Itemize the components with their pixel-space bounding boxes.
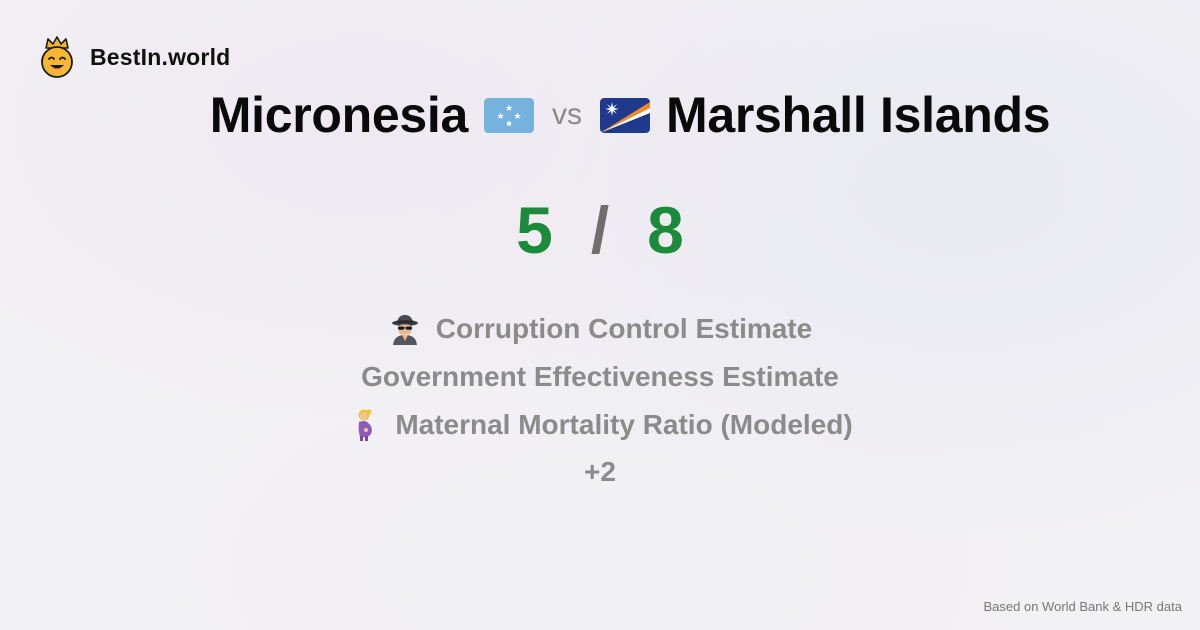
page-title: Micronesia vs Marshall Islands <box>0 86 1200 144</box>
brand[interactable]: BestIn.world <box>38 36 230 78</box>
micronesia-flag-icon <box>483 97 534 133</box>
metric-item[interactable]: Government Effectiveness Estimate <box>361 360 839 394</box>
country-b-name[interactable]: Marshall Islands <box>666 86 1051 144</box>
marshall-islands-flag-icon <box>599 97 650 133</box>
metric-label: Maternal Mortality Ratio (Modeled) <box>395 409 853 440</box>
country-a-name[interactable]: Micronesia <box>210 86 469 144</box>
brand-name: BestIn.world <box>90 43 231 70</box>
crowned-smiley-icon <box>41 36 73 78</box>
score: 5 / 8 <box>0 192 1200 268</box>
vs-label: vs <box>551 98 582 131</box>
metric-label: Corruption Control Estimate <box>435 313 813 344</box>
metric-item[interactable]: Corruption Control Estimate <box>388 312 812 346</box>
score-country-b: 8 <box>647 193 684 267</box>
score-country-a: 5 <box>516 193 553 267</box>
score-separator: / <box>590 193 610 267</box>
more-metrics-count[interactable]: +2 <box>584 456 616 490</box>
metric-label: Government Effectiveness Estimate <box>361 361 839 392</box>
metric-item[interactable]: Maternal Mortality Ratio (Modeled) <box>347 408 853 442</box>
metric-list: Corruption Control Estimate Government E… <box>0 312 1200 490</box>
pregnant-woman-icon <box>358 409 373 441</box>
detective-icon <box>391 315 418 345</box>
data-source-note: Based on World Bank & HDR data <box>983 599 1182 614</box>
